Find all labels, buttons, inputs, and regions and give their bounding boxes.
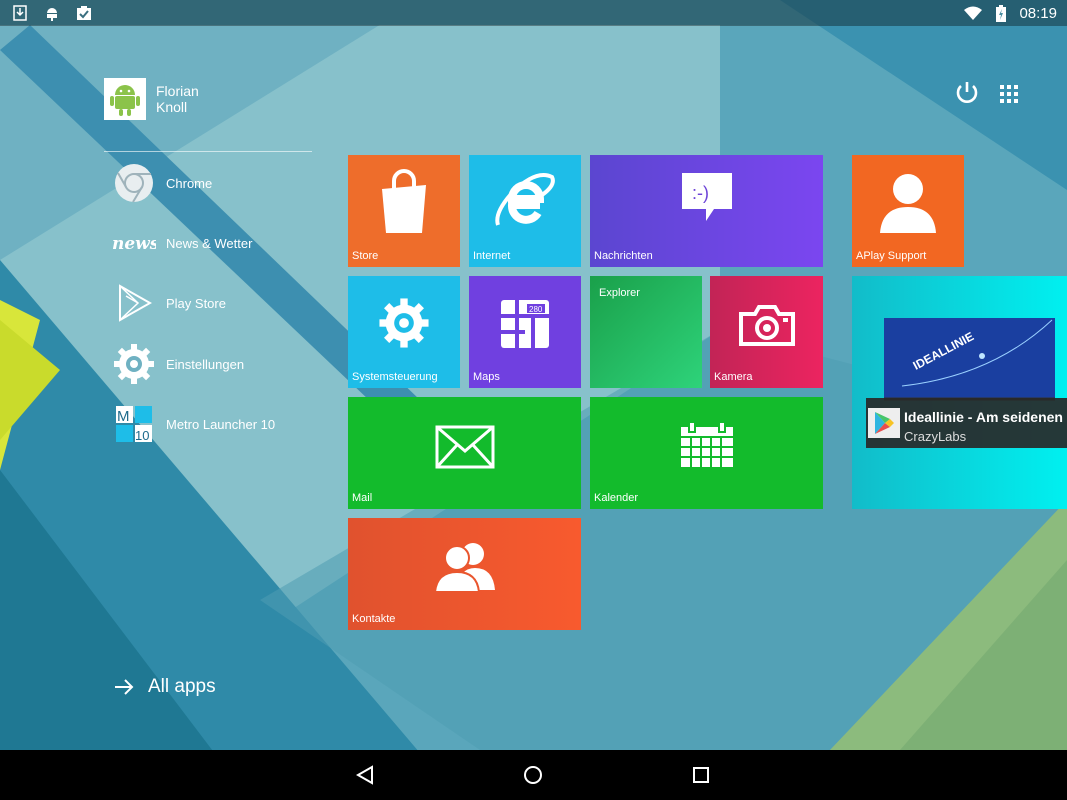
tile-promo[interactable]: IDEALLINIE xyxy=(852,276,1067,509)
tile-label: Maps xyxy=(473,371,500,383)
tile-internet[interactable]: Internet xyxy=(469,155,581,267)
notification-title: Ideallinie - Am seidenen xyxy=(904,409,1063,425)
profile-first-name: Florian xyxy=(156,83,199,99)
tile-label: Mail xyxy=(352,492,373,504)
clipboard-check-icon xyxy=(74,3,94,23)
tile-store[interactable]: Store xyxy=(348,155,460,267)
internet-explorer-icon xyxy=(469,169,581,235)
svg-text:10: 10 xyxy=(135,428,149,443)
settings-icon xyxy=(110,341,158,387)
app-grid-button[interactable] xyxy=(999,84,1019,109)
tile-aplay-support[interactable]: APlay Support xyxy=(852,155,964,267)
tile-mail[interactable]: Mail xyxy=(348,397,581,509)
profile-last-name: Knoll xyxy=(156,99,188,115)
svg-text:M: M xyxy=(117,408,130,425)
tile-label: Kalender xyxy=(594,492,639,504)
shopping-bag-icon xyxy=(348,169,460,235)
recents-icon xyxy=(693,767,709,783)
app-label: Play Store xyxy=(166,295,226,311)
power-button[interactable] xyxy=(955,80,979,111)
gear-icon xyxy=(348,296,460,350)
tile-label: Nachrichten xyxy=(594,250,653,262)
tile-label: Systemsteuerung xyxy=(352,371,438,383)
wifi-icon xyxy=(963,3,983,23)
calendar-icon xyxy=(590,421,823,469)
app-item-settings[interactable]: Einstellungen xyxy=(110,341,320,387)
app-label: News & Wetter xyxy=(166,235,253,251)
tile-kamera[interactable]: Kamera xyxy=(710,276,823,388)
app-label: Metro Launcher 10 xyxy=(166,416,276,432)
svg-text:news: news xyxy=(112,234,156,253)
home-icon xyxy=(524,766,542,784)
download-icon xyxy=(10,3,30,23)
play-store-icon xyxy=(868,408,900,438)
person-icon xyxy=(852,169,964,235)
battery-charging-icon xyxy=(991,3,1011,23)
app-label: Einstellungen xyxy=(166,356,245,372)
status-bar: 08:19 xyxy=(0,0,1067,26)
all-apps-label: All apps xyxy=(148,676,216,697)
svg-text::-): :-) xyxy=(692,183,709,203)
android-debug-icon xyxy=(42,3,62,23)
user-profile[interactable]: Florian Knoll xyxy=(104,78,199,120)
tile-label: Store xyxy=(352,250,379,262)
recents-button[interactable] xyxy=(688,762,714,788)
svg-text:280: 280 xyxy=(529,305,543,314)
tile-kontakte[interactable]: Kontakte xyxy=(348,518,581,630)
metro-launcher-icon: M 10 xyxy=(110,401,158,447)
tile-kalender[interactable]: Kalender xyxy=(590,397,823,509)
avatar xyxy=(104,78,146,120)
app-item-play-store[interactable]: Play Store xyxy=(110,280,320,326)
tile-label: Kontakte xyxy=(352,613,396,625)
tile-maps[interactable]: 280 Maps xyxy=(469,276,581,388)
arrow-right-icon xyxy=(115,679,134,695)
envelope-icon xyxy=(348,425,581,469)
camera-icon xyxy=(710,304,823,346)
app-item-metro-launcher[interactable]: M 10 Metro Launcher 10 xyxy=(110,401,320,447)
news-icon: news xyxy=(110,220,158,266)
notification-card[interactable]: Ideallinie - Am seidenen CrazyLabs xyxy=(866,398,1067,448)
tile-label: Explorer xyxy=(599,287,640,299)
grid-icon xyxy=(1000,85,1018,103)
back-button[interactable] xyxy=(352,762,378,788)
app-label: Chrome xyxy=(166,175,213,191)
tile-nachrichten[interactable]: :-) Nachrichten xyxy=(590,155,823,267)
app-item-news[interactable]: news News & Wetter xyxy=(110,220,320,266)
tile-label: Kamera xyxy=(714,371,753,383)
all-apps-button[interactable]: All apps xyxy=(114,676,216,698)
home-button[interactable] xyxy=(520,762,546,788)
power-icon xyxy=(956,82,978,103)
tile-label: APlay Support xyxy=(856,250,927,262)
tile-explorer[interactable]: Explorer xyxy=(590,276,702,388)
chrome-icon xyxy=(110,160,158,206)
contacts-icon xyxy=(348,540,581,592)
app-item-chrome[interactable]: Chrome xyxy=(110,160,320,206)
tile-label: Internet xyxy=(473,250,511,262)
profile-divider xyxy=(104,151,312,152)
notification-subtitle: CrazyLabs xyxy=(904,429,967,444)
tile-systemsteuerung[interactable]: Systemsteuerung xyxy=(348,276,460,388)
play-store-icon xyxy=(110,280,158,326)
navigation-bar xyxy=(0,750,1067,800)
map-icon: 280 xyxy=(469,298,581,350)
back-icon xyxy=(355,765,373,785)
chat-bubble-icon: :-) xyxy=(590,169,823,225)
clock: 08:19 xyxy=(1019,4,1057,22)
